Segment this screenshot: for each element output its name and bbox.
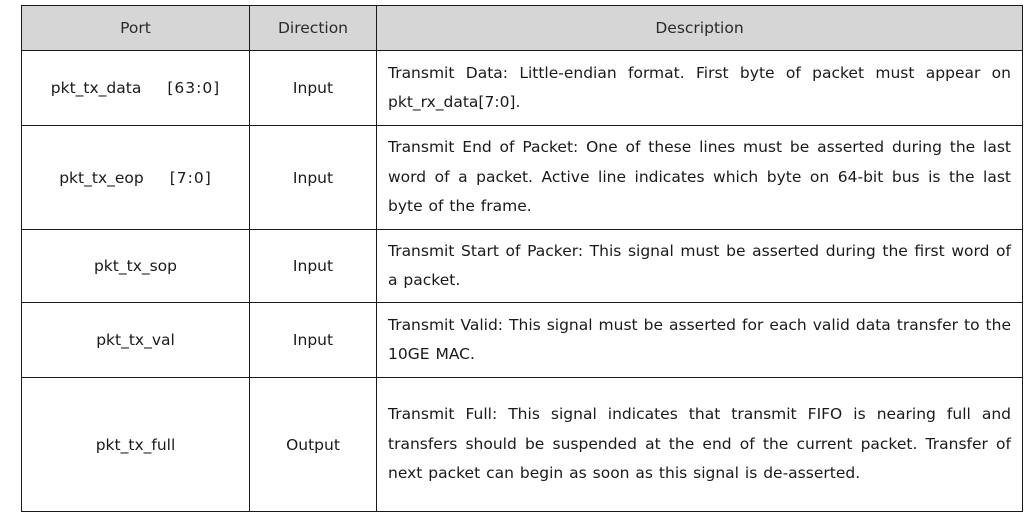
port-name: pkt_tx_sop [93, 257, 178, 275]
table-row: pkt_tx_sop Input Transmit Start of Packe… [21, 229, 1023, 303]
port-cell: pkt_tx_eop [7:0] [21, 125, 250, 230]
description-cell: Transmit End of Packet: One of these lin… [376, 125, 1023, 230]
description-cell: Transmit Start of Packer: This signal mu… [376, 229, 1023, 303]
direction-cell: Input [249, 50, 377, 126]
table-row: pkt_tx_data [63:0] Input Transmit Data: L… [21, 50, 1023, 126]
port-name: pkt_tx_full [95, 435, 176, 454]
header-port: Port [21, 5, 250, 51]
port-cell: pkt_tx_val [21, 302, 250, 378]
direction-cell: Output [249, 377, 377, 512]
header-direction: Direction [249, 5, 377, 51]
port-name: pkt_tx_eop [59, 168, 144, 187]
table-row: pkt_tx_val Input Transmit Valid: This si… [21, 302, 1023, 378]
description-cell: Transmit Valid: This signal must be asse… [376, 302, 1023, 378]
direction-cell: Input [249, 229, 377, 303]
table-row: pkt_tx_full Output Transmit Full: This s… [21, 377, 1023, 512]
port-cell: pkt_tx_data [63:0] [21, 50, 250, 126]
port-name: pkt_tx_data [50, 79, 142, 97]
port-description-table: Port Direction Description pkt_tx_data [6… [21, 5, 1023, 512]
port-name: pkt_tx_val [96, 331, 175, 349]
description-cell: Transmit Full: This signal indicates tha… [376, 377, 1023, 512]
direction-cell: Input [249, 125, 377, 230]
port-cell: pkt_tx_full [21, 377, 250, 512]
port-range: [7:0] [169, 168, 212, 187]
direction-cell: Input [249, 302, 377, 378]
description-cell: Transmit Data: Little-endian format. Fir… [376, 50, 1023, 126]
table-row: pkt_tx_eop [7:0] Input Transmit End of Pa… [21, 125, 1023, 230]
table-header-row: Port Direction Description [21, 5, 1023, 51]
port-range: [63:0] [167, 79, 221, 97]
port-cell: pkt_tx_sop [21, 229, 250, 303]
header-description: Description [376, 5, 1023, 51]
